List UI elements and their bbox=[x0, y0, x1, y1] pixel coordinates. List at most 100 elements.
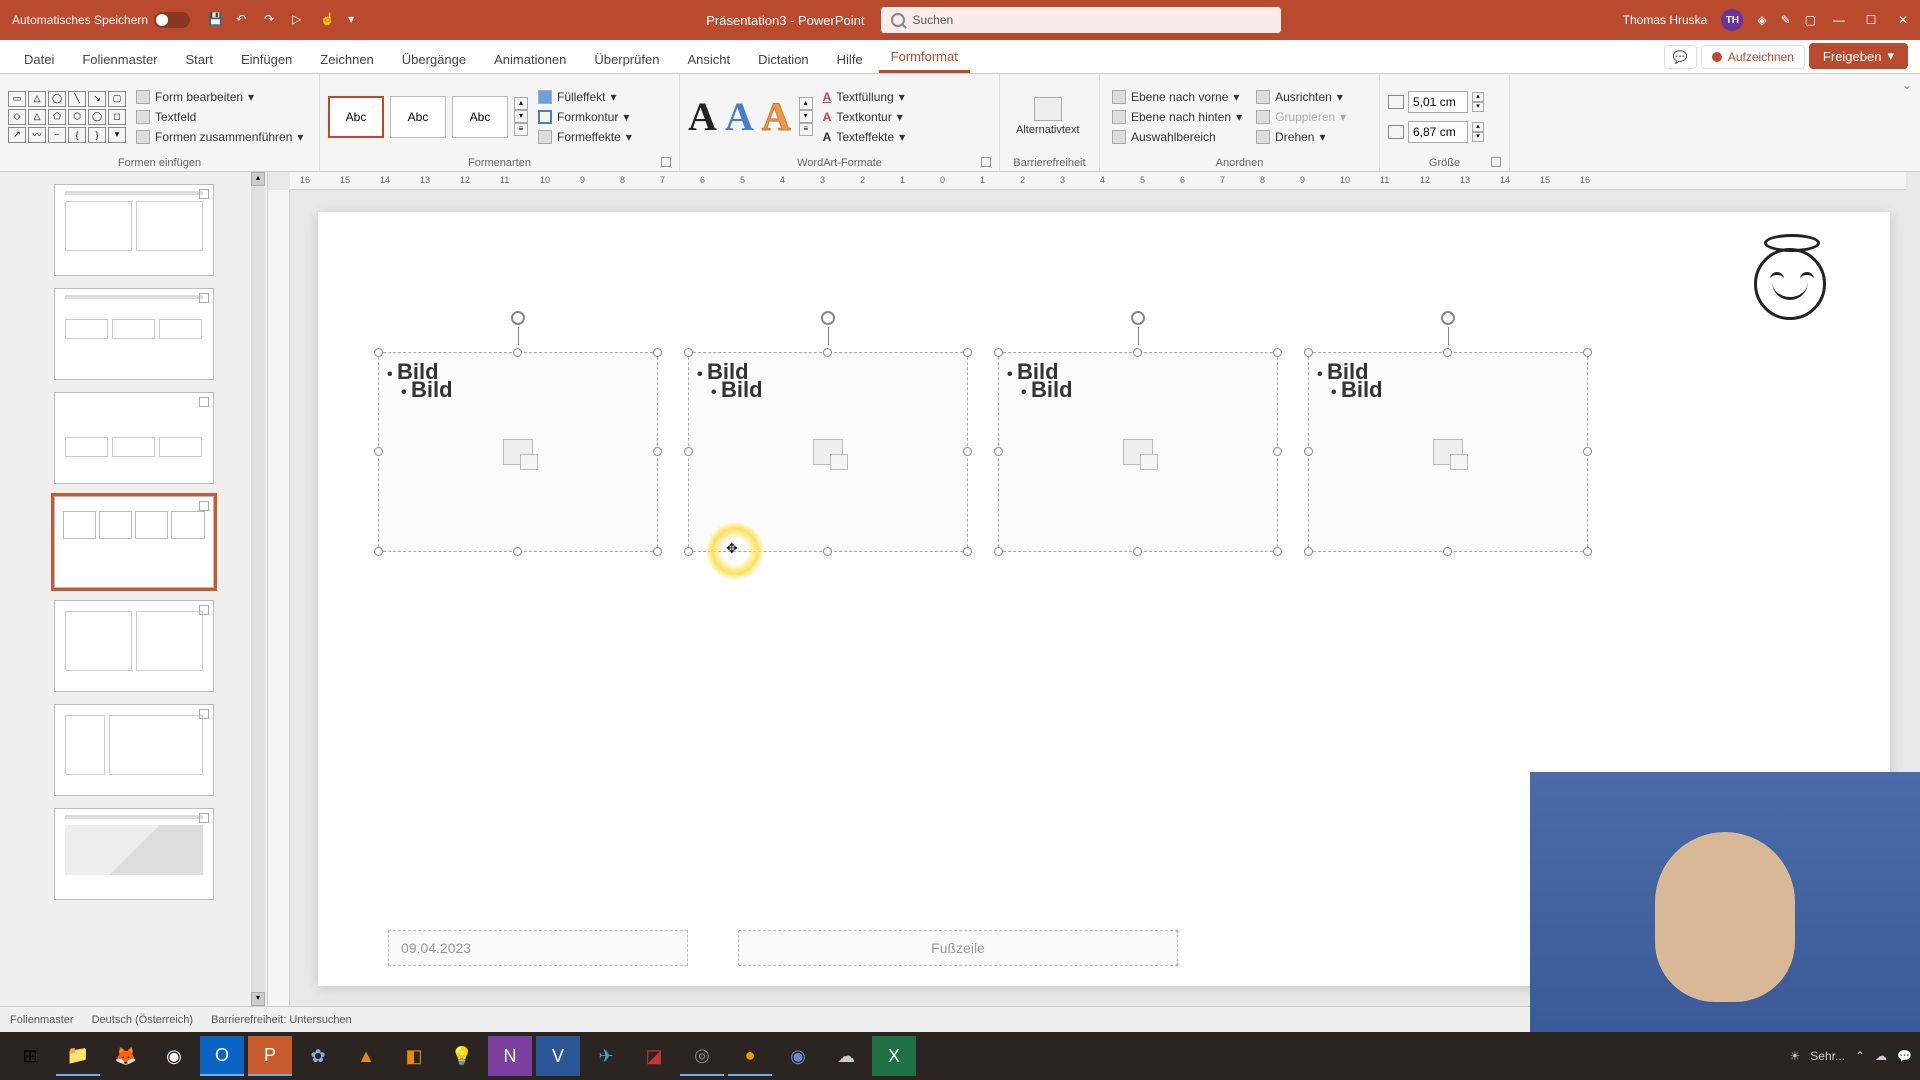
resize-handle[interactable] bbox=[684, 447, 693, 456]
shape-style-2[interactable]: Abc bbox=[390, 96, 446, 138]
shape-fill-button[interactable]: Fülleffekt ▾ bbox=[534, 88, 636, 106]
launcher-icon[interactable] bbox=[661, 157, 671, 167]
shape-styles-gallery[interactable]: Abc Abc Abc ▴▾≡ bbox=[328, 96, 528, 138]
app-icon-7[interactable]: ☁ bbox=[824, 1036, 868, 1076]
resize-handle[interactable] bbox=[994, 447, 1003, 456]
telegram-icon[interactable]: ✈ bbox=[584, 1036, 628, 1076]
resize-handle[interactable] bbox=[1133, 348, 1142, 357]
start-button[interactable]: ⊞ bbox=[8, 1036, 52, 1076]
picture-icon[interactable] bbox=[1123, 439, 1153, 465]
resize-handle[interactable] bbox=[684, 348, 693, 357]
launcher-icon[interactable] bbox=[981, 157, 991, 167]
tab-view[interactable]: Ansicht bbox=[675, 44, 742, 73]
tray-expand-icon[interactable]: ⌃ bbox=[1855, 1049, 1865, 1063]
resize-handle[interactable] bbox=[684, 547, 693, 556]
maximize-button[interactable]: ☐ bbox=[1862, 13, 1880, 27]
window-icon[interactable]: ▢ bbox=[1805, 13, 1816, 27]
resize-handle[interactable] bbox=[1304, 547, 1313, 556]
shape-style-1[interactable]: Abc bbox=[328, 96, 384, 138]
layout-thumb-3[interactable] bbox=[54, 392, 214, 484]
qat-more-icon[interactable]: ▾ bbox=[348, 12, 364, 28]
scroll-up-icon[interactable]: ▴ bbox=[251, 172, 265, 186]
start-icon[interactable]: ▷ bbox=[292, 12, 308, 28]
minimize-button[interactable]: — bbox=[1830, 13, 1848, 27]
thumbnail-pane[interactable]: ▴ ▾ bbox=[0, 172, 268, 1006]
resize-handle[interactable] bbox=[963, 348, 972, 357]
tab-shapeformat[interactable]: Formformat bbox=[879, 41, 970, 73]
firefox-icon[interactable]: 🦊 bbox=[104, 1036, 148, 1076]
alttext-button[interactable]: Alternativtext bbox=[1008, 93, 1088, 140]
send-backward-button[interactable]: Ebene nach hinten ▾ bbox=[1108, 108, 1246, 126]
shape-effects-button[interactable]: Formeffekte ▾ bbox=[534, 128, 636, 146]
resize-handle[interactable] bbox=[1273, 547, 1282, 556]
rotate-button[interactable]: Drehen ▾ bbox=[1252, 128, 1350, 146]
textbox-button[interactable]: Textfeld bbox=[132, 108, 307, 126]
resize-handle[interactable] bbox=[1443, 348, 1452, 357]
share-button[interactable]: Freigeben▾ bbox=[1809, 43, 1908, 69]
date-placeholder[interactable]: 09.04.2023 bbox=[388, 930, 688, 966]
touch-icon[interactable]: ☝ bbox=[320, 12, 336, 28]
text-outline-button[interactable]: ATextkontur ▾ bbox=[819, 108, 910, 126]
tab-file[interactable]: Datei bbox=[12, 44, 66, 73]
cloud-icon[interactable]: ☁ bbox=[1875, 1049, 1887, 1063]
picture-icon[interactable] bbox=[813, 439, 843, 465]
image-placeholder[interactable]: BildBild bbox=[378, 352, 658, 552]
explorer-icon[interactable]: 📁 bbox=[56, 1036, 100, 1076]
height-input[interactable]: ▴▾ bbox=[1388, 91, 1484, 113]
text-fill-button[interactable]: ATextfüllung ▾ bbox=[819, 88, 910, 106]
resize-handle[interactable] bbox=[374, 447, 383, 456]
shapes-gallery[interactable]: ▭△◯╲↘▢ ◇△⬠⬡◯◻ ↗〰⎯{}▾ bbox=[8, 91, 126, 143]
bring-forward-button[interactable]: Ebene nach vorne ▾ bbox=[1108, 88, 1246, 106]
comments-button[interactable]: 💬 bbox=[1664, 45, 1697, 69]
system-tray[interactable]: ☀ Sehr... ⌃ ☁ 💬 bbox=[1790, 1049, 1912, 1063]
resize-handle[interactable] bbox=[963, 547, 972, 556]
layout-thumb-1[interactable] bbox=[54, 184, 214, 276]
app-icon-6[interactable]: ◉ bbox=[776, 1036, 820, 1076]
resize-handle[interactable] bbox=[653, 348, 662, 357]
style-scroll[interactable]: ▴▾≡ bbox=[514, 97, 528, 136]
resize-handle[interactable] bbox=[374, 547, 383, 556]
visio-icon[interactable]: V bbox=[536, 1036, 580, 1076]
pen-icon[interactable]: ✎ bbox=[1781, 13, 1791, 27]
tab-start[interactable]: Start bbox=[174, 44, 225, 73]
picture-icon[interactable] bbox=[503, 439, 533, 465]
wordart-a3[interactable]: A bbox=[762, 93, 791, 140]
resize-handle[interactable] bbox=[1304, 447, 1313, 456]
resize-handle[interactable] bbox=[823, 348, 832, 357]
resize-handle[interactable] bbox=[994, 547, 1003, 556]
layout-thumb-6[interactable] bbox=[54, 704, 214, 796]
resize-handle[interactable] bbox=[823, 547, 832, 556]
user-name[interactable]: Thomas Hruska bbox=[1623, 13, 1708, 27]
undo-icon[interactable]: ↶ bbox=[236, 12, 252, 28]
wordart-gallery[interactable]: A A A ▴▾≡ bbox=[688, 93, 813, 140]
width-input[interactable]: ▴▾ bbox=[1388, 121, 1484, 143]
resize-handle[interactable] bbox=[963, 447, 972, 456]
tab-transitions[interactable]: Übergänge bbox=[390, 44, 478, 73]
chrome-icon[interactable]: ◉ bbox=[152, 1036, 196, 1076]
collapse-ribbon-icon[interactable]: ⌄ bbox=[1902, 78, 1912, 92]
tab-dictation[interactable]: Dictation bbox=[746, 44, 821, 73]
tab-animations[interactable]: Animationen bbox=[482, 44, 578, 73]
user-avatar[interactable]: TH bbox=[1721, 9, 1743, 31]
resize-handle[interactable] bbox=[1273, 447, 1282, 456]
scroll-down-icon[interactable]: ▾ bbox=[251, 992, 265, 1006]
shape-outline-button[interactable]: Formkontur ▾ bbox=[534, 108, 636, 126]
launcher-icon[interactable] bbox=[1491, 157, 1501, 167]
vlc-icon[interactable]: ▲ bbox=[344, 1036, 388, 1076]
excel-icon[interactable]: X bbox=[872, 1036, 916, 1076]
edit-shape-button[interactable]: Form bearbeiten ▾ bbox=[132, 88, 307, 106]
resize-handle[interactable] bbox=[1273, 348, 1282, 357]
status-language[interactable]: Deutsch (Österreich) bbox=[92, 1014, 193, 1026]
width-field[interactable] bbox=[1408, 121, 1468, 143]
resize-handle[interactable] bbox=[994, 348, 1003, 357]
align-button[interactable]: Ausrichten ▾ bbox=[1252, 88, 1350, 106]
image-placeholder[interactable]: BildBild bbox=[688, 352, 968, 552]
layout-thumb-2[interactable] bbox=[54, 288, 214, 380]
height-field[interactable] bbox=[1408, 91, 1468, 113]
onenote-icon[interactable]: N bbox=[488, 1036, 532, 1076]
thumb-scrollbar[interactable]: ▴ ▾ bbox=[251, 172, 265, 1006]
obs-icon[interactable]: ◎ bbox=[680, 1036, 724, 1076]
resize-handle[interactable] bbox=[1443, 547, 1452, 556]
wordart-a1[interactable]: A bbox=[688, 93, 717, 140]
smiley-shape[interactable] bbox=[1754, 242, 1830, 318]
